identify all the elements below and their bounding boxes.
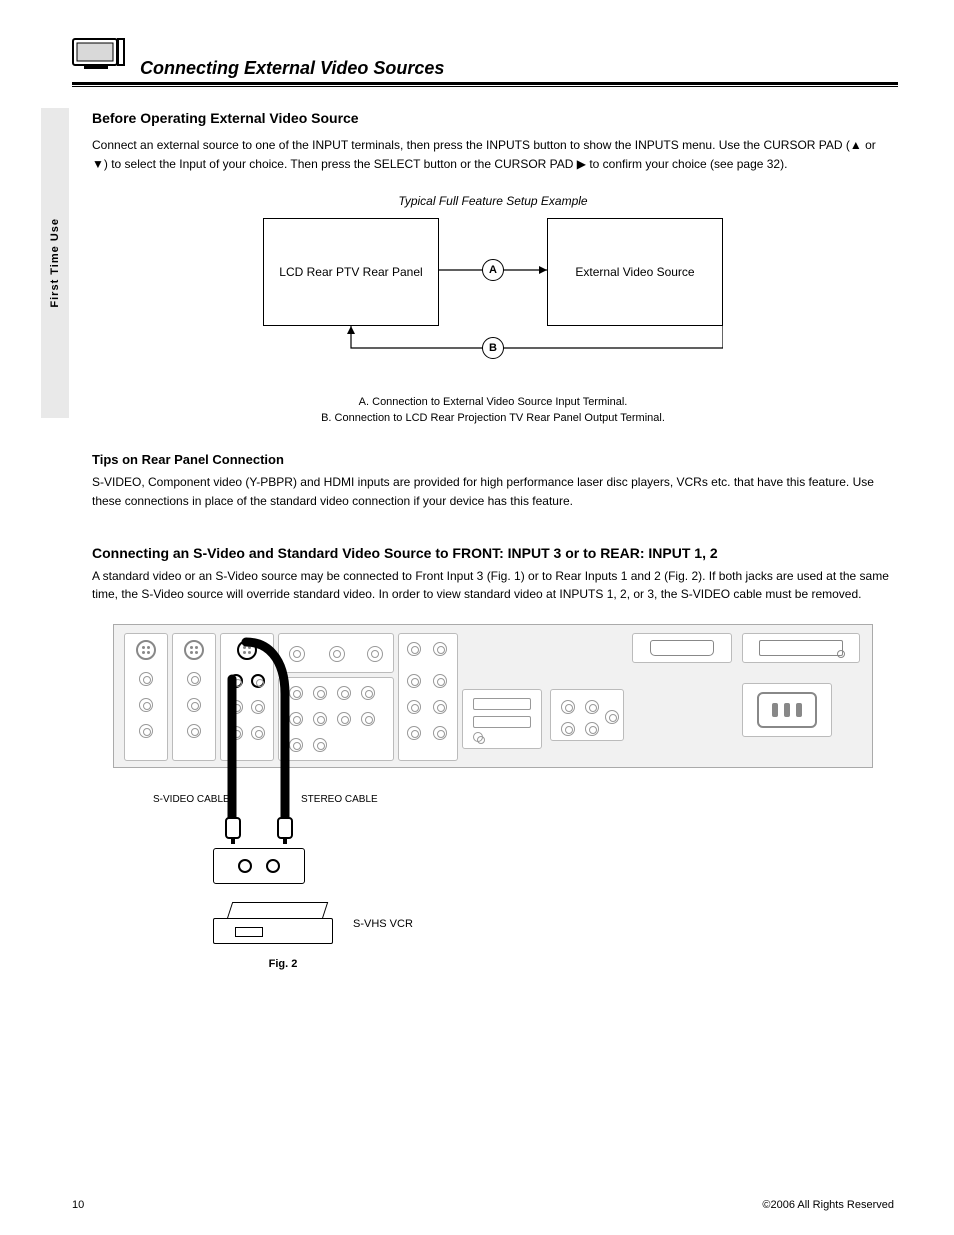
diagram-b-path [263, 218, 723, 388]
tips-section: Tips on Rear Panel Connection S-VIDEO, C… [92, 452, 894, 510]
tips-heading: Tips on Rear Panel Connection [92, 452, 894, 467]
coax-group [278, 633, 394, 673]
input-group-3-highlighted [220, 633, 274, 761]
side-tab: First Time Use [41, 108, 69, 418]
aux-jack-1 [238, 859, 252, 873]
svideo-cable-label: S-VIDEO CABLE [153, 794, 230, 805]
vcr-label: S-VHS VCR [353, 918, 413, 930]
header-rule [72, 82, 898, 85]
component-group-1 [278, 677, 394, 761]
page-footer: 10 ©2006 All Rights Reserved [0, 1199, 954, 1211]
header-rule-thin [72, 86, 898, 87]
tv-icon [72, 36, 126, 75]
component-group-2 [398, 633, 458, 761]
power-inlet [742, 683, 832, 737]
input-group-2 [172, 633, 216, 761]
hdmi-group [462, 689, 542, 749]
input-group-1 [124, 633, 168, 761]
tips-body: S-VIDEO, Component video (Y-PBPR) and HD… [92, 473, 894, 510]
aux-input-box [213, 848, 305, 884]
svideo-heading: Connecting an S-Video and Standard Video… [92, 545, 894, 561]
caption-b: B. Connection to LCD Rear Projection TV … [92, 412, 894, 424]
rear-panel-assembly: S-VIDEO CABLE STEREO CABLE S-VHS VCR Fig… [113, 624, 873, 970]
side-tab-label: First Time Use [49, 218, 61, 308]
copyright: ©2006 All Rights Reserved [762, 1199, 894, 1211]
vcr-illustration: S-VHS VCR [213, 902, 343, 944]
before-connect-body: Connect an external source to one of the… [92, 136, 894, 174]
page-number: 10 [72, 1199, 84, 1211]
svideo-body: A standard video or an S-Video source ma… [92, 567, 894, 604]
page-title: Connecting External Video Sources [140, 58, 444, 79]
aux-jack-2 [266, 859, 280, 873]
audio-out-group [550, 689, 624, 741]
example-caption: Typical Full Feature Setup Example [92, 194, 894, 208]
figure-label: Fig. 2 [0, 958, 873, 970]
caption-a: A. Connection to External Video Source I… [92, 396, 894, 408]
stereo-cable-label: STEREO CABLE [301, 794, 378, 805]
before-connect-heading: Before Operating External Video Source [92, 110, 894, 126]
dvi-port [742, 633, 860, 663]
connection-diagram: LCD Rear PTV Rear Panel External Video S… [263, 218, 723, 388]
svideo-section: Connecting an S-Video and Standard Video… [92, 545, 894, 970]
vga-port [632, 633, 732, 663]
rear-panel-illustration [113, 624, 873, 768]
